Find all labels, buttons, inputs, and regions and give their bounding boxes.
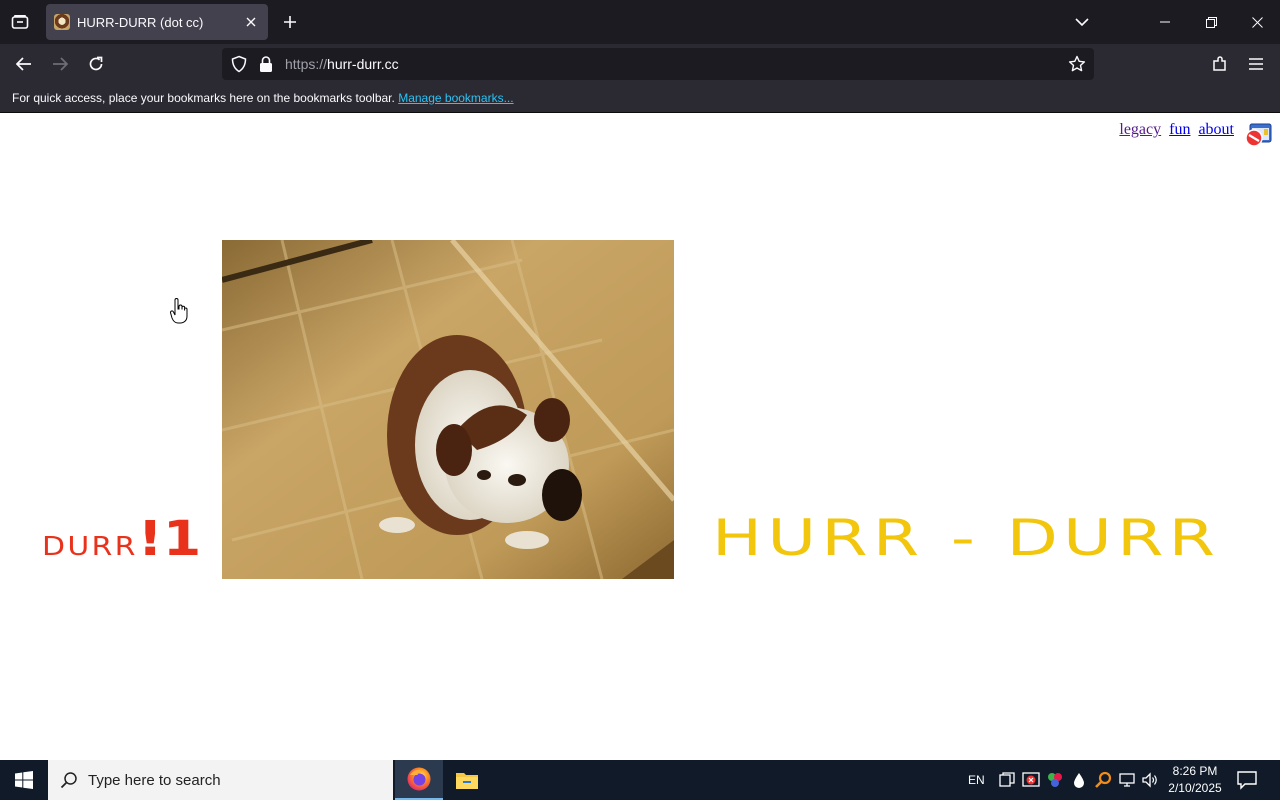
tab-title: HURR-DURR (dot cc) bbox=[77, 14, 204, 30]
colorful-app-tray-icon[interactable] bbox=[1046, 771, 1064, 789]
lock-icon[interactable] bbox=[258, 55, 274, 73]
volume-icon[interactable] bbox=[1141, 771, 1159, 789]
security-alert-icon[interactable] bbox=[1022, 771, 1040, 789]
tab-active[interactable]: HURR-DURR (dot cc) bbox=[46, 4, 268, 40]
bulldog-photo bbox=[222, 240, 674, 579]
reload-button[interactable] bbox=[82, 50, 110, 78]
menu-hamburger-icon[interactable] bbox=[1242, 50, 1270, 78]
task-view-icon[interactable] bbox=[998, 771, 1016, 789]
url-text[interactable]: https://hurr-durr.cc bbox=[285, 56, 399, 72]
site-favicon-icon bbox=[54, 14, 70, 30]
restore-button[interactable] bbox=[1188, 0, 1234, 44]
search-placeholder: Type here to search bbox=[88, 771, 221, 789]
windows-taskbar: Type here to search EN 8:26 PM 2/10/2025 bbox=[0, 760, 1280, 800]
taskbar-search-box[interactable]: Type here to search bbox=[48, 760, 393, 800]
back-button[interactable] bbox=[10, 50, 38, 78]
taskbar-file-explorer-button[interactable] bbox=[443, 760, 491, 800]
tracking-protection-shield-icon[interactable] bbox=[230, 55, 248, 73]
network-icon[interactable] bbox=[1118, 771, 1136, 789]
language-indicator[interactable]: EN bbox=[968, 760, 985, 800]
firefox-icon bbox=[407, 767, 431, 791]
forward-button[interactable] bbox=[46, 50, 74, 78]
system-clock[interactable]: 8:26 PM 2/10/2025 bbox=[1160, 763, 1230, 797]
magnifier-tray-icon[interactable] bbox=[1094, 771, 1112, 789]
list-all-tabs-button[interactable] bbox=[1070, 10, 1094, 34]
search-icon bbox=[60, 772, 77, 789]
url-host: hurr-durr.cc bbox=[327, 56, 399, 72]
bookmark-star-icon[interactable] bbox=[1068, 55, 1086, 73]
taskbar-firefox-button[interactable] bbox=[395, 760, 443, 800]
top-nav-links: legacy fun about bbox=[1115, 121, 1234, 139]
water-drop-icon[interactable] bbox=[1070, 771, 1088, 789]
windows-logo-icon bbox=[15, 771, 33, 789]
url-protocol: https:// bbox=[285, 56, 328, 72]
navigation-toolbar: https://hurr-durr.cc bbox=[0, 44, 1280, 84]
hand-cursor-icon bbox=[170, 298, 188, 324]
hurr-durr-headline: HURR - DURR bbox=[712, 509, 1221, 567]
bookmarks-toolbar: For quick access, place your bookmarks h… bbox=[0, 84, 1280, 113]
web-page-content: legacy fun about DURR!1 HURR - DURR bbox=[0, 113, 1280, 760]
firefox-view-icon[interactable] bbox=[8, 10, 32, 34]
bookmarks-message: For quick access, place your bookmarks h… bbox=[12, 91, 395, 105]
folder-icon bbox=[456, 773, 478, 789]
durr-text: DURR!1 bbox=[42, 511, 201, 567]
notification-center-icon[interactable] bbox=[1236, 770, 1258, 790]
close-tab-icon[interactable] bbox=[242, 13, 260, 31]
address-bar[interactable]: https://hurr-durr.cc bbox=[222, 48, 1094, 80]
new-tab-button[interactable] bbox=[278, 10, 302, 34]
about-link[interactable]: about bbox=[1198, 121, 1234, 138]
durr-small-text: DURR bbox=[42, 532, 138, 562]
close-window-button[interactable] bbox=[1234, 0, 1280, 44]
minimize-button[interactable] bbox=[1142, 0, 1188, 44]
manage-bookmarks-link[interactable]: Manage bookmarks... bbox=[398, 91, 513, 105]
tab-bar: HURR-DURR (dot cc) bbox=[0, 0, 1280, 44]
fun-link[interactable]: fun bbox=[1169, 121, 1190, 138]
blocked-window-icon[interactable] bbox=[1244, 122, 1272, 148]
start-button[interactable] bbox=[0, 760, 48, 800]
legacy-link[interactable]: legacy bbox=[1119, 121, 1161, 138]
extensions-icon[interactable] bbox=[1206, 50, 1234, 78]
clock-date: 2/10/2025 bbox=[1168, 781, 1222, 795]
durr-exclaim-text: !1 bbox=[137, 511, 202, 567]
clock-time: 8:26 PM bbox=[1172, 764, 1218, 778]
